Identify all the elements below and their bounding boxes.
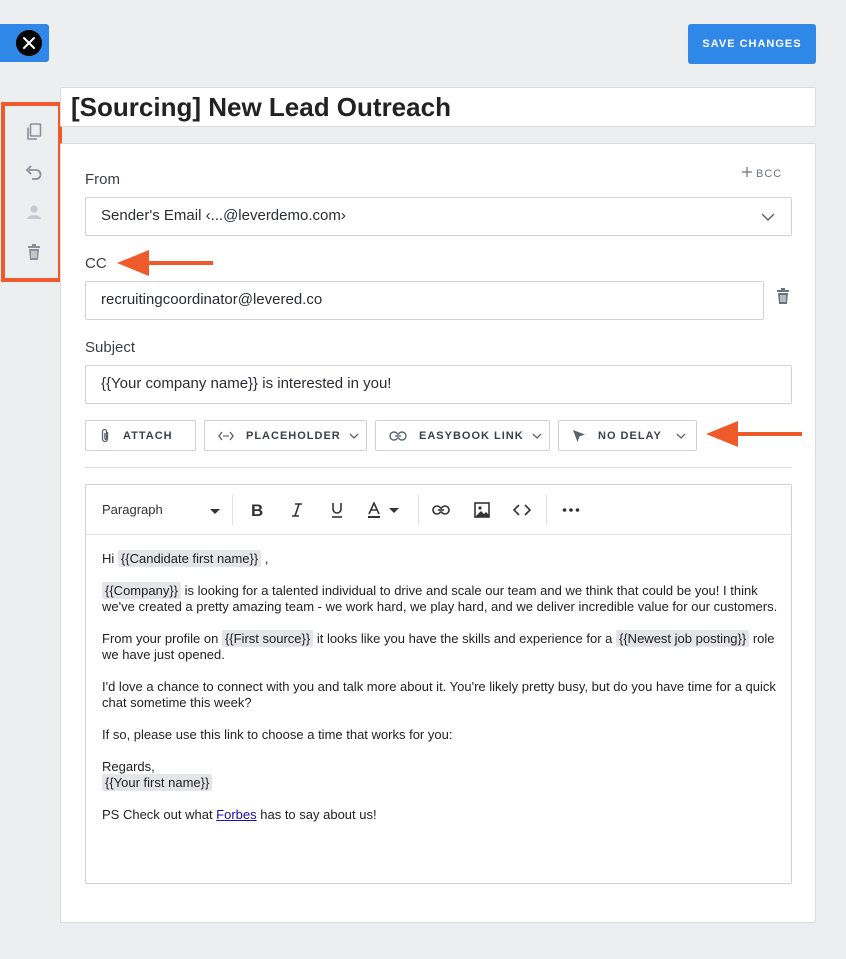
template-tools-sidebar bbox=[1, 102, 62, 282]
attach-label: ATTACH bbox=[123, 429, 173, 442]
delay-label: NO DELAY bbox=[598, 429, 662, 442]
annotation-arrow-cc bbox=[117, 250, 213, 276]
paragraph-format-select[interactable]: Paragraph bbox=[102, 502, 163, 517]
save-changes-button[interactable]: SAVE CHANGES bbox=[688, 24, 816, 64]
link-icon bbox=[389, 430, 407, 441]
from-value: Sender's Email ‹...@leverdemo.com› bbox=[101, 207, 346, 224]
plus-icon bbox=[742, 167, 752, 177]
caret-down-icon[interactable] bbox=[210, 509, 220, 514]
signature-paragraph: {{Your first name}} bbox=[102, 774, 778, 791]
placeholder-label: PLACEHOLDER bbox=[246, 429, 341, 442]
body-paragraph-3: I'd love a chance to connect with you an… bbox=[102, 679, 776, 710]
body-paragraph-1: {{Company}} is looking for a talented in… bbox=[102, 582, 778, 614]
add-bcc-button[interactable]: BCC bbox=[742, 167, 782, 180]
divider bbox=[85, 467, 792, 468]
body-paragraph-4: If so, please use this link to choose a … bbox=[102, 727, 453, 742]
remove-cc-trash-icon[interactable] bbox=[776, 288, 790, 309]
placeholder-dropdown[interactable]: PLACEHOLDER bbox=[204, 420, 367, 451]
cc-input[interactable]: recruitingcoordinator@levered.co bbox=[85, 281, 764, 320]
annotation-arrow-delay bbox=[706, 421, 802, 447]
chevron-down-icon bbox=[761, 213, 775, 221]
placeholder-chip[interactable]: {{Your first name}} bbox=[102, 774, 213, 791]
email-body-editor[interactable]: Paragraph B Hi {{Candidate first name}} … bbox=[85, 484, 792, 884]
placeholder-chip[interactable]: {{First source}} bbox=[221, 630, 314, 647]
email-body-content[interactable]: Hi {{Candidate first name}} , {{Company}… bbox=[102, 550, 778, 839]
link-icon[interactable] bbox=[431, 500, 451, 520]
image-icon[interactable] bbox=[472, 500, 492, 520]
cc-value: recruitingcoordinator@levered.co bbox=[101, 291, 323, 308]
bold-icon[interactable]: B bbox=[247, 500, 267, 520]
close-tab[interactable] bbox=[0, 24, 49, 62]
copy-icon[interactable] bbox=[24, 122, 44, 142]
easybook-link-dropdown[interactable]: EASYBOOK LINK bbox=[375, 420, 550, 451]
greeting-paragraph: Hi {{Candidate first name}} , bbox=[102, 550, 269, 567]
easybook-label: EASYBOOK LINK bbox=[419, 429, 524, 442]
italic-icon[interactable] bbox=[287, 500, 307, 520]
ps-paragraph: PS Check out what Forbes has to say abou… bbox=[102, 807, 377, 822]
body-paragraph-2: From your profile on {{First source}} it… bbox=[102, 630, 775, 662]
send-delay-dropdown[interactable]: NO DELAY bbox=[558, 420, 697, 451]
placeholder-chip[interactable]: {{Candidate first name}} bbox=[117, 550, 262, 567]
chevron-down-icon bbox=[349, 433, 359, 439]
toolbar-divider bbox=[546, 495, 547, 525]
placeholder-chip[interactable]: {{Company}} bbox=[102, 582, 182, 599]
more-icon[interactable] bbox=[561, 500, 581, 520]
user-icon[interactable] bbox=[24, 202, 44, 222]
paperclip-icon bbox=[99, 428, 111, 444]
trash-icon[interactable] bbox=[24, 242, 44, 262]
subject-value: {{Your company name}} is interested in y… bbox=[101, 375, 392, 392]
placeholder-chip[interactable]: {{Newest job posting}} bbox=[616, 630, 750, 647]
subject-input[interactable]: {{Your company name}} is interested in y… bbox=[85, 365, 792, 404]
cursor-icon bbox=[572, 429, 586, 443]
undo-icon[interactable] bbox=[24, 162, 44, 182]
from-select[interactable]: Sender's Email ‹...@leverdemo.com› bbox=[85, 197, 792, 236]
chevron-down-icon bbox=[532, 433, 542, 439]
template-title: [Sourcing] New Lead Outreach bbox=[71, 92, 451, 122]
cc-label: CC bbox=[85, 255, 107, 272]
close-icon[interactable] bbox=[16, 30, 42, 56]
from-label: From bbox=[85, 171, 120, 188]
forbes-link[interactable]: Forbes bbox=[216, 807, 256, 822]
svg-text:B: B bbox=[251, 502, 263, 518]
toolbar-divider bbox=[232, 495, 233, 525]
code-icon bbox=[218, 431, 234, 441]
chevron-down-icon bbox=[676, 433, 686, 439]
template-title-field[interactable]: [Sourcing] New Lead Outreach bbox=[60, 87, 816, 127]
bcc-label: BCC bbox=[756, 168, 783, 180]
text-color-icon[interactable] bbox=[367, 500, 403, 520]
subject-label: Subject bbox=[85, 339, 136, 356]
attach-button[interactable]: ATTACH bbox=[85, 420, 196, 451]
regards-line: Regards, bbox=[102, 759, 155, 774]
code-view-icon[interactable] bbox=[512, 500, 532, 520]
underline-icon[interactable] bbox=[327, 500, 347, 520]
toolbar-divider bbox=[418, 495, 419, 525]
editor-toolbar: Paragraph B bbox=[86, 485, 791, 535]
